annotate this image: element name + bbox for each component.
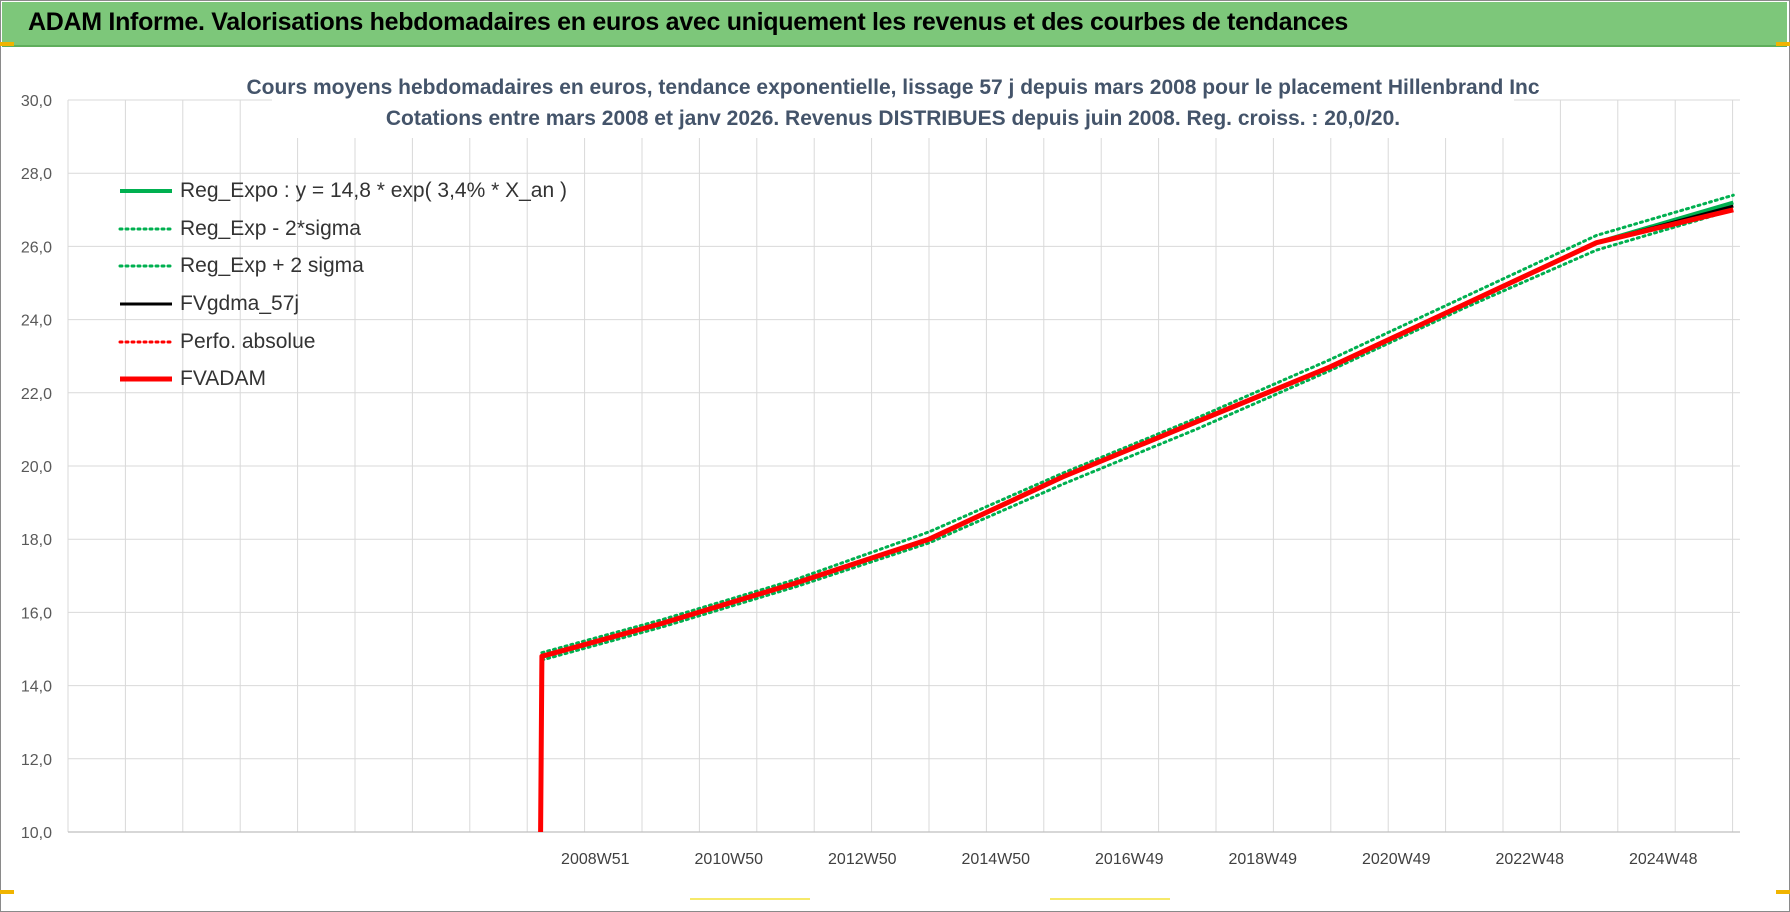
x-tick-label: 2010W50	[695, 851, 764, 868]
y-tick-label: 12,0	[21, 752, 52, 769]
y-tick-label: 18,0	[21, 532, 52, 549]
series-line-reg-expo-y-14-8-exp-3-4-x-an	[541, 200, 1734, 659]
y-tick-label: 10,0	[21, 825, 52, 842]
y-tick-label: 26,0	[21, 239, 52, 256]
series-line-fvadam	[538, 207, 1734, 833]
x-tick-label: 2020W49	[1362, 851, 1431, 868]
legend-item: Reg_Exp - 2*sigma	[118, 210, 567, 248]
x-tick-label: 2016W49	[1095, 851, 1164, 868]
legend-item: Perfo. absolue	[118, 323, 567, 361]
y-tick-label: 22,0	[21, 386, 52, 403]
legend-label: Perfo. absolue	[180, 329, 316, 353]
y-tick-label: 14,0	[21, 679, 52, 696]
legend-item: Reg_Expo : y = 14,8 * exp( 3,4% * X_an )	[118, 172, 567, 210]
legend-swatch	[118, 227, 174, 231]
chart-subtitle: Cotations entre mars 2008 et janv 2026. …	[386, 107, 1400, 130]
legend-item: Reg_Exp + 2 sigma	[118, 247, 567, 285]
legend-swatch	[118, 340, 174, 344]
y-tick-label: 24,0	[21, 313, 52, 330]
y-tick-label: 30,0	[21, 93, 52, 110]
legend-label: FVADAM	[180, 367, 266, 391]
y-tick-label: 20,0	[21, 459, 52, 476]
legend-label: Reg_Exp - 2*sigma	[180, 216, 361, 240]
legend-swatch	[118, 264, 174, 268]
legend-label: Reg_Exp + 2 sigma	[180, 254, 364, 278]
legend-swatch	[120, 376, 172, 382]
legend-label: FVgdma_57j	[180, 291, 300, 315]
series-line-perfo-absolue	[540, 208, 1735, 658]
x-tick-label: 2012W50	[828, 851, 897, 868]
x-tick-label: 2008W51	[561, 851, 630, 868]
y-tick-label: 28,0	[21, 166, 52, 183]
x-tick-label: 2014W50	[962, 851, 1031, 868]
legend-swatch	[120, 302, 172, 306]
legend-item: FVgdma_57j	[118, 285, 567, 323]
chart-title: Cours moyens hebdomadaires en euros, ten…	[246, 76, 1539, 99]
x-tick-label: 2018W49	[1229, 851, 1298, 868]
x-tick-label: 2024W48	[1629, 851, 1698, 868]
series-line-fvgdma-57j	[539, 204, 1734, 833]
series-line-reg-exp-2-sigma	[540, 208, 1735, 662]
legend-item: FVADAM	[118, 360, 567, 398]
chart-legend: Reg_Expo : y = 14,8 * exp( 3,4% * X_an )…	[118, 172, 567, 398]
legend-swatch	[120, 188, 172, 193]
y-tick-label: 16,0	[21, 605, 52, 622]
x-tick-label: 2022W48	[1495, 851, 1564, 868]
legend-label: Reg_Expo : y = 14,8 * exp( 3,4% * X_an )	[180, 178, 567, 202]
line-chart: 10,0 12,0 14,0 16,0 18,0 20,0 22,0 24,0 26,0 28,0…	[21, 72, 1740, 868]
